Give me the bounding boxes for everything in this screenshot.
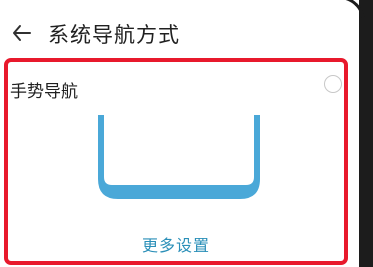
more-settings-link[interactable]: 更多设置 — [0, 232, 352, 256]
page-title: 系统导航方式 — [48, 23, 180, 47]
gesture-navigation-radio[interactable] — [324, 75, 342, 93]
back-arrow-icon[interactable] — [12, 23, 32, 43]
gesture-navigation-illustration — [96, 115, 262, 201]
screen: 系统导航方式 手势导航 更多设置 — [0, 0, 373, 267]
gesture-navigation-label: 手势导航 — [10, 82, 78, 102]
